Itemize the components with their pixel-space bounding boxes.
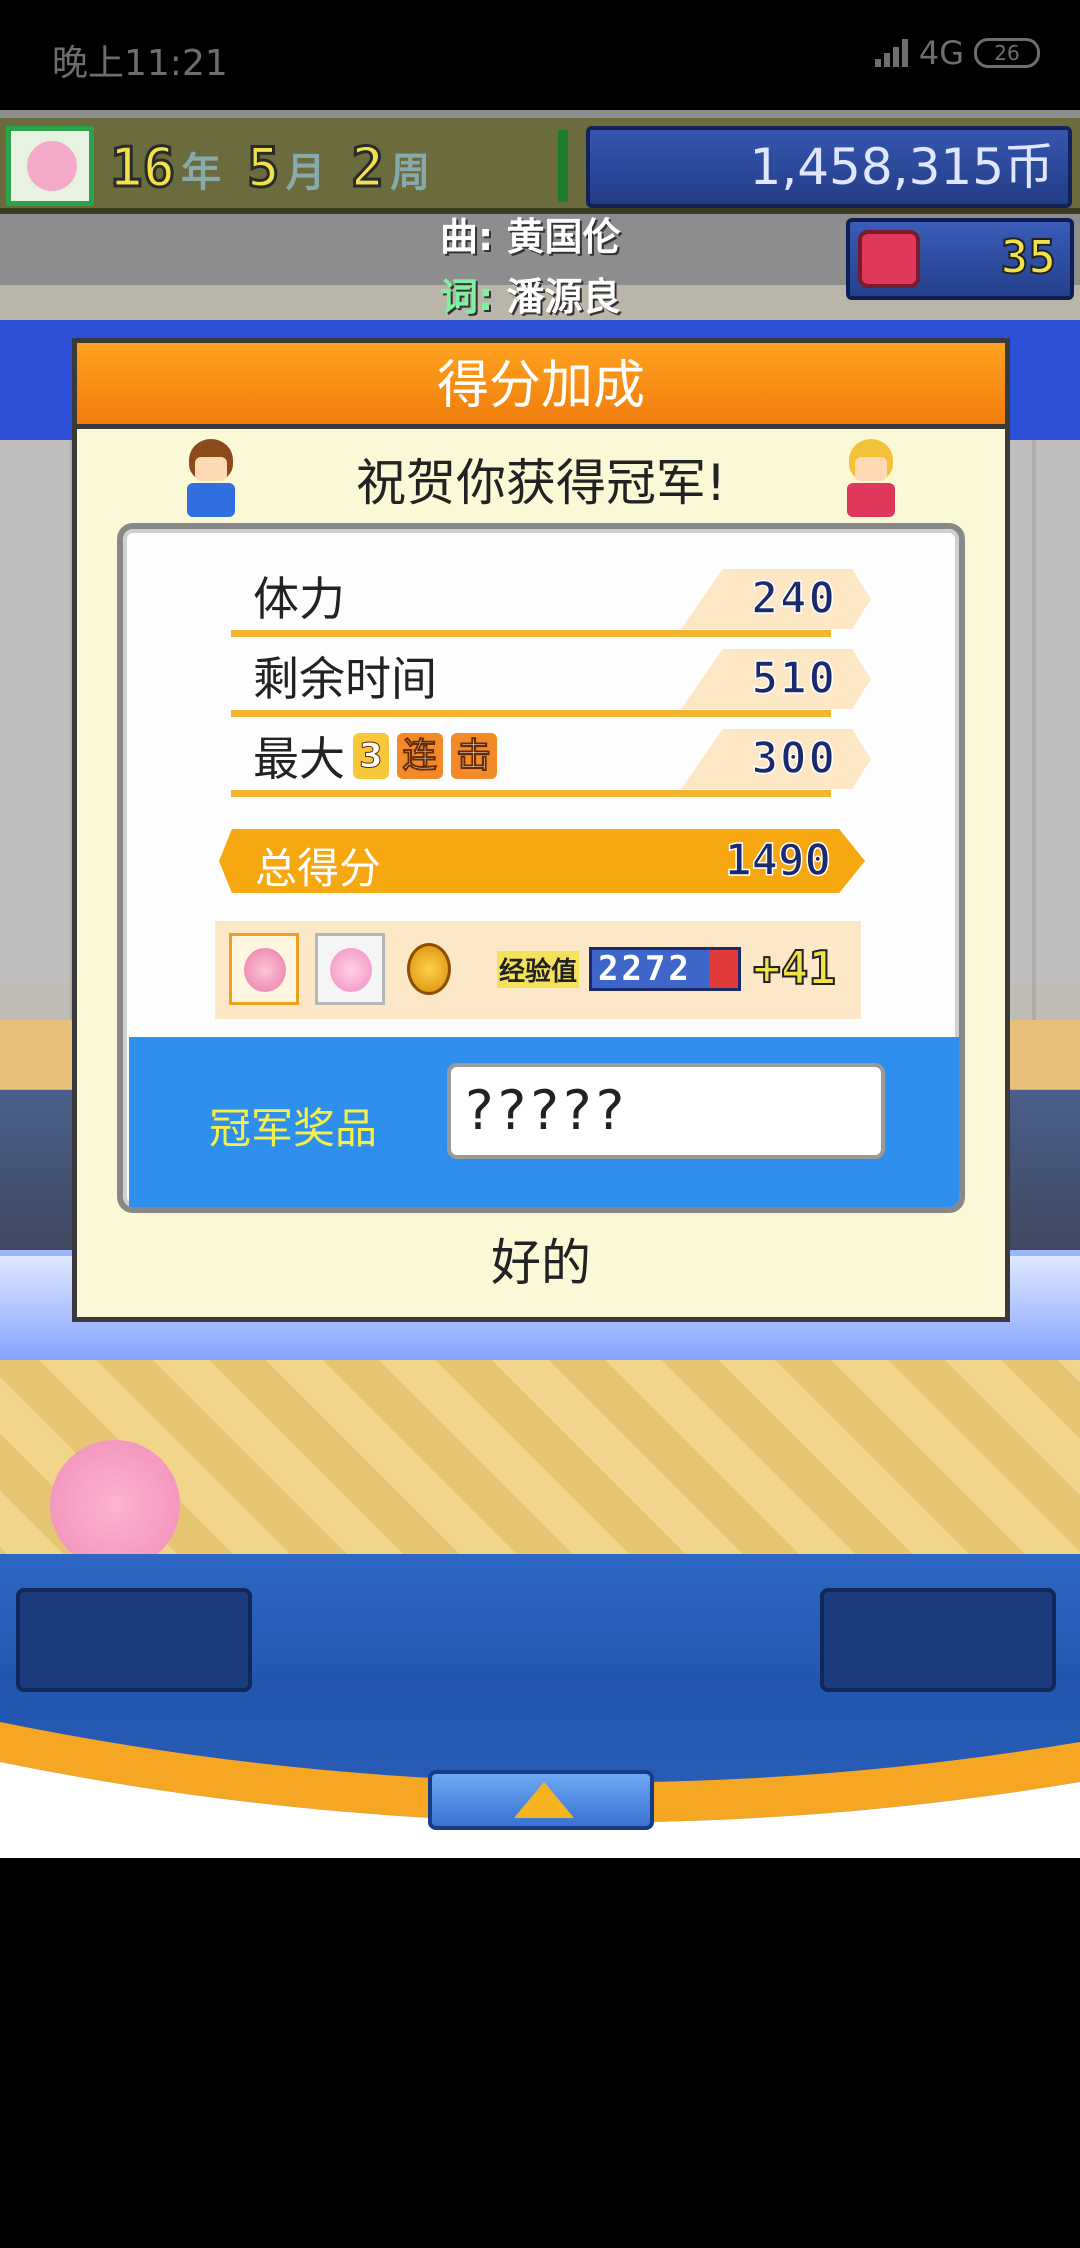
lyricist-label: 词: xyxy=(440,275,494,319)
ok-button[interactable]: 好的 xyxy=(77,1223,1005,1303)
game-date: 16 年 5 月 2 周 xyxy=(108,135,450,201)
cherry-tree xyxy=(50,1440,180,1570)
composer-label: 曲: xyxy=(440,215,494,259)
experience-strip: 经验值 2272 +41 xyxy=(215,921,861,1019)
left-menu-slot[interactable] xyxy=(16,1588,252,1692)
score-row-max-combo: 最大 3 连 击 300 xyxy=(231,729,871,797)
score-panel: 体力 240 剩余时间 510 最大 3 连 击 300 总得分 1490 经验… xyxy=(117,523,965,1213)
lyricist-credit: 词: 潘源良 xyxy=(440,266,620,321)
bottom-panel xyxy=(0,1554,1080,1858)
expand-menu-button[interactable] xyxy=(428,1770,654,1830)
score-row-time-left: 剩余时间 510 xyxy=(231,649,871,717)
week-number: 2 xyxy=(350,135,385,201)
bunny-mascot-icon xyxy=(315,933,385,1005)
hearts-display: 35 xyxy=(846,218,1074,300)
coin-icon xyxy=(407,943,451,995)
month-unit: 月 xyxy=(285,150,326,196)
score-row-label: 剩余时间 xyxy=(253,652,437,706)
total-score-bar: 总得分 1490 xyxy=(219,829,865,893)
prize-section: 冠军奖品 ????? xyxy=(129,1037,959,1207)
signal-icon xyxy=(874,39,909,67)
screen-bottom-area xyxy=(0,1858,1080,2248)
experience-label: 经验值 xyxy=(497,951,580,988)
year-number: 16 xyxy=(108,135,176,201)
status-icons: 4G 26 xyxy=(874,34,1040,72)
score-bonus-dialog: 得分加成 祝贺你获得冠军! 体力 240 剩余时间 510 最大 3 连 击 3… xyxy=(72,338,1010,1322)
week-unit: 周 xyxy=(390,150,431,196)
combo-badge-1: 连 xyxy=(396,733,443,779)
season-thumbnail-icon[interactable] xyxy=(6,126,94,206)
combo-count-badge: 3 xyxy=(353,733,389,779)
year-unit: 年 xyxy=(181,150,222,196)
combo-badge-2: 击 xyxy=(450,733,497,779)
lyricist-name: 潘源良 xyxy=(506,275,621,319)
right-menu-slot[interactable] xyxy=(820,1588,1056,1692)
experience-gain: +41 xyxy=(752,940,837,996)
prize-value-box: ????? xyxy=(447,1063,885,1159)
composer-credit: 曲: 黄国伦 xyxy=(440,206,620,261)
up-arrow-icon xyxy=(514,1782,574,1818)
dialog-title: 得分加成 xyxy=(77,343,1005,429)
score-row-value: 240 xyxy=(751,572,837,625)
score-row-value: 510 xyxy=(751,652,837,705)
status-bar: 晚上11:21 4G 26 xyxy=(0,0,1080,110)
hearts-count: 35 xyxy=(1000,229,1057,285)
clock: 晚上11:21 xyxy=(52,43,228,84)
hud-divider xyxy=(558,130,568,202)
score-row-label: 体力 xyxy=(253,572,345,626)
experience-value: 2272 xyxy=(589,947,741,991)
prize-label: 冠军奖品 xyxy=(209,1104,378,1153)
score-row-label: 最大 3 连 击 xyxy=(253,723,497,789)
total-score-value: 1490 xyxy=(724,834,831,887)
heart-icon xyxy=(858,230,920,288)
network-type: 4G xyxy=(918,34,964,72)
max-label: 最大 xyxy=(253,732,345,786)
congrats-message: 祝贺你获得冠军! xyxy=(355,454,727,512)
score-row-value: 300 xyxy=(751,732,837,785)
money-display: 1,458,315币 xyxy=(586,126,1072,208)
month-number: 5 xyxy=(246,135,281,201)
composer-name: 黄国伦 xyxy=(506,215,621,259)
battery-icon: 26 xyxy=(974,38,1040,68)
top-hud: 16 年 5 月 2 周 1,458,315币 xyxy=(0,118,1080,214)
staff-portrait-icon xyxy=(229,933,299,1005)
total-score-label: 总得分 xyxy=(255,844,382,893)
score-row-stamina: 体力 240 xyxy=(231,569,871,637)
